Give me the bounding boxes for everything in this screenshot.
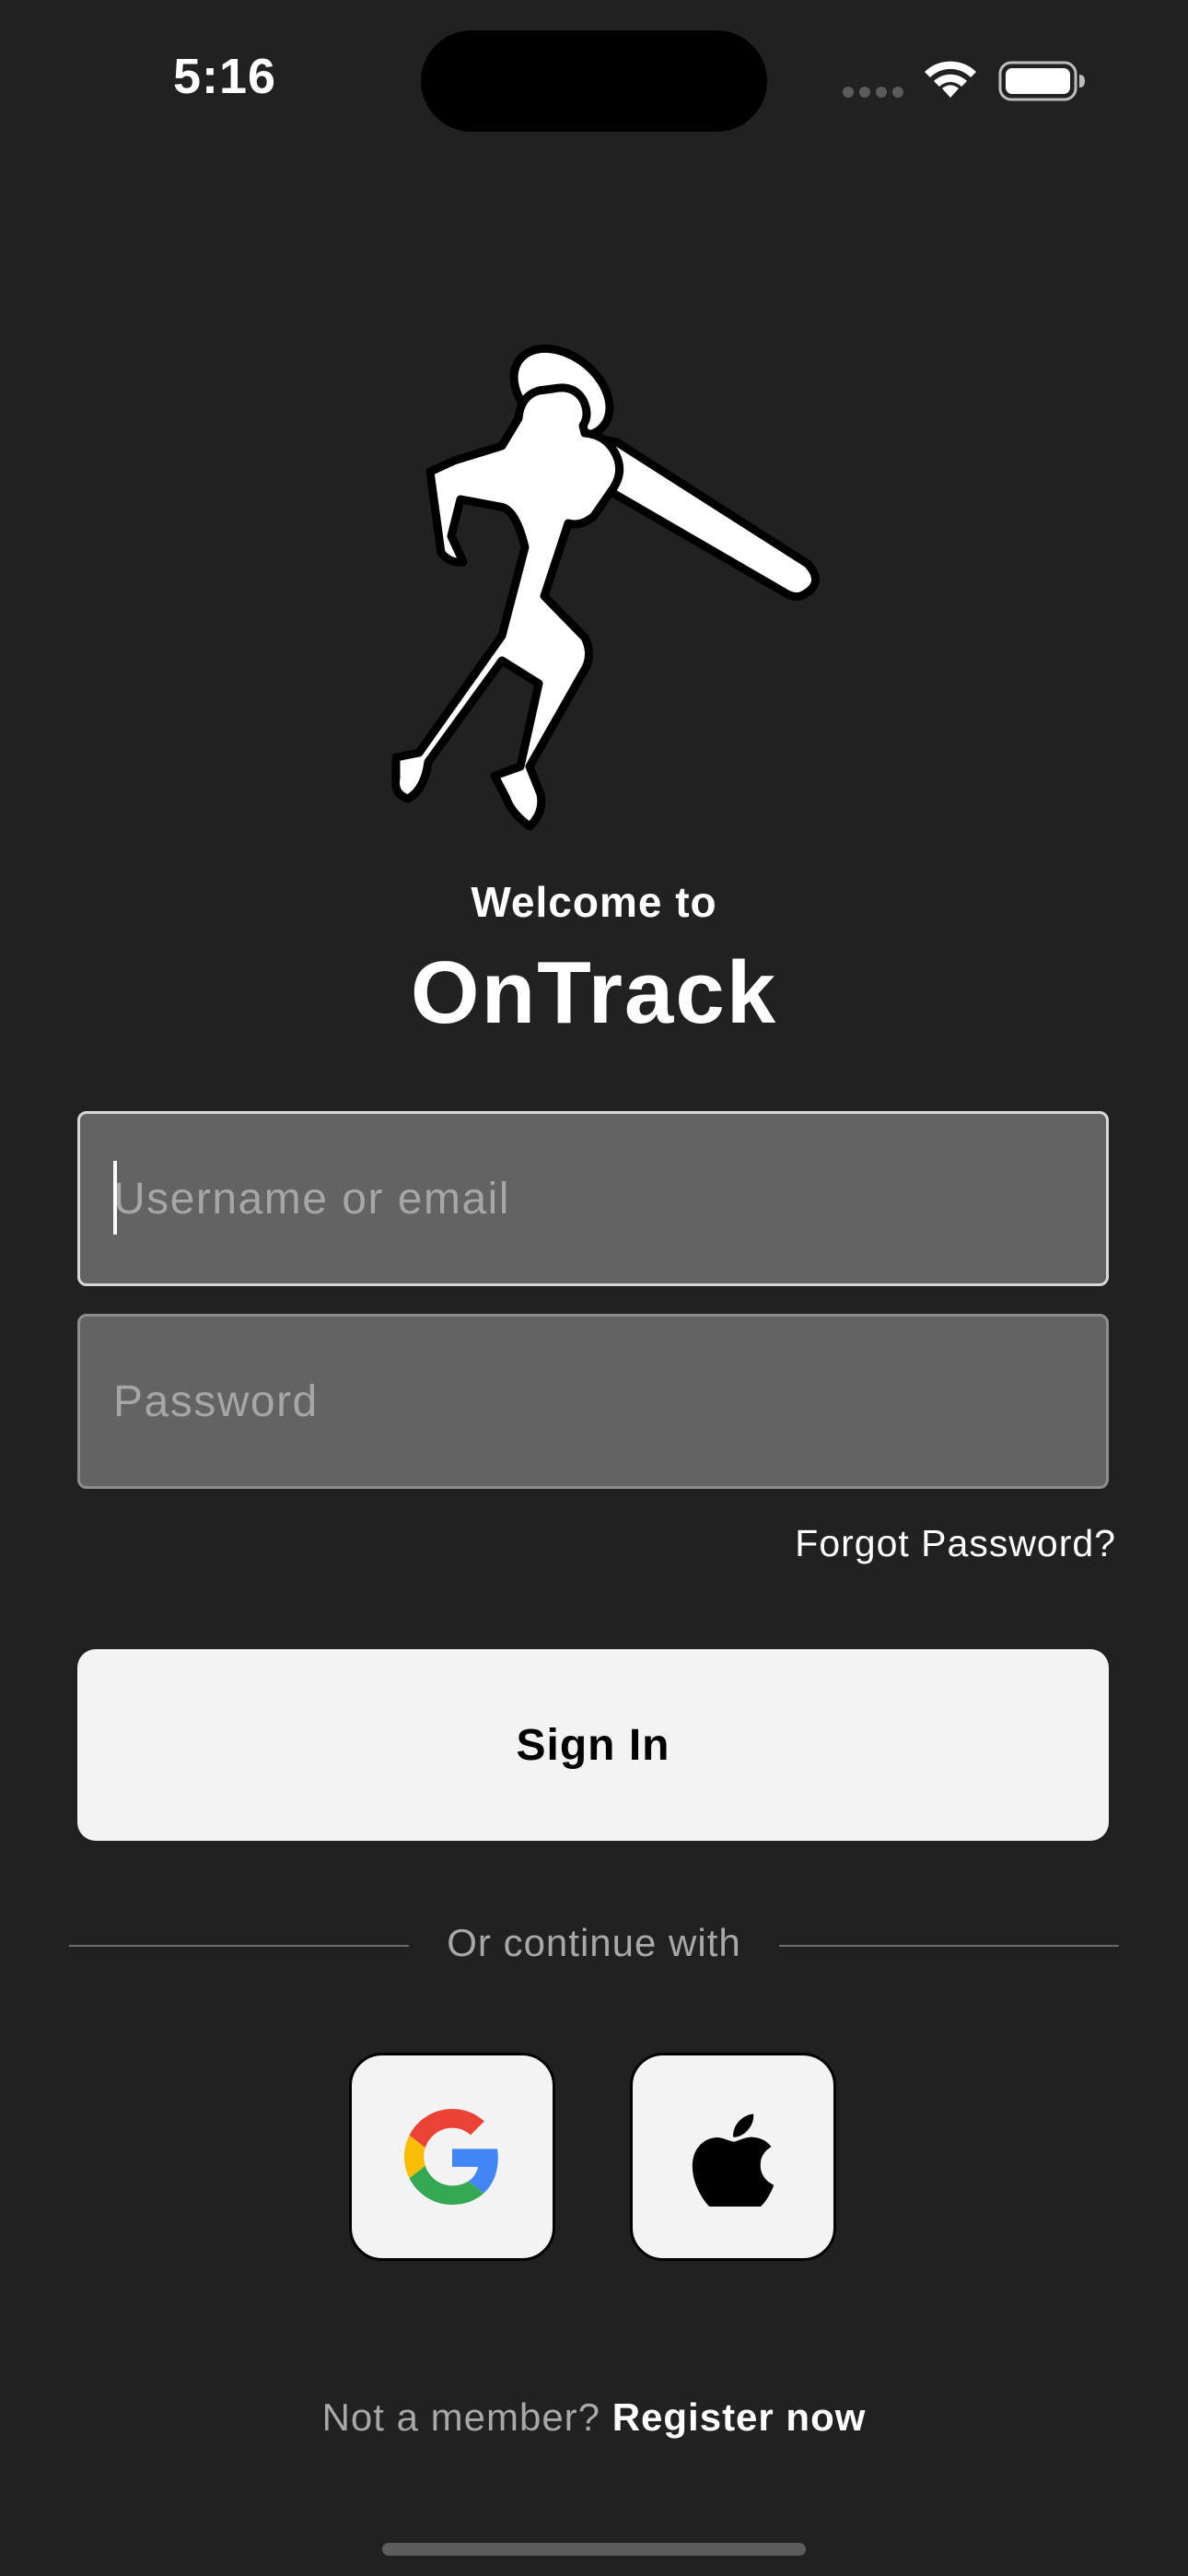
battery-icon	[998, 61, 1085, 101]
status-time: 5:16	[173, 49, 277, 104]
username-input[interactable]	[113, 1114, 1106, 1283]
not-a-member-text: Not a member?	[321, 2395, 601, 2439]
sign-in-button[interactable]: Sign In	[77, 1649, 1109, 1841]
home-indicator	[382, 2543, 806, 2556]
divider-line-left	[69, 1945, 409, 1947]
register-now-link[interactable]: Register now	[612, 2395, 867, 2439]
google-sign-in-button[interactable]	[349, 2053, 555, 2261]
text-cursor	[113, 1161, 117, 1235]
password-input[interactable]	[113, 1317, 1106, 1486]
google-icon	[404, 2109, 498, 2205]
wifi-icon	[925, 61, 976, 98]
runner-with-racket-logo-icon	[391, 344, 820, 831]
apple-icon	[692, 2113, 775, 2207]
username-field[interactable]	[77, 1111, 1109, 1286]
forgot-password-link[interactable]: Forgot Password?	[795, 1522, 1116, 1565]
register-prompt: Not a member? Register now	[0, 2395, 1188, 2440]
or-continue-with-text: Or continue with	[447, 1921, 741, 1964]
cellular-signal-icon	[843, 87, 903, 98]
dynamic-island	[421, 30, 767, 132]
app-name-title: OnTrack	[410, 943, 778, 1042]
password-field[interactable]	[77, 1314, 1109, 1489]
apple-sign-in-button[interactable]	[630, 2053, 836, 2261]
welcome-text: Welcome to	[471, 878, 717, 926]
divider-line-right	[779, 1945, 1119, 1947]
